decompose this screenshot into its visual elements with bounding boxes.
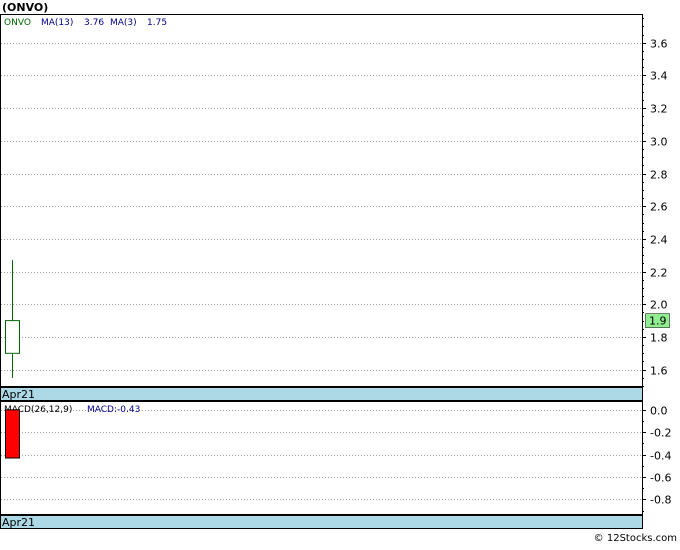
macd-panel — [0, 401, 643, 515]
macd-bar — [5, 409, 20, 459]
candle-body — [5, 320, 20, 354]
price-legend: ONVO MA(13) 3.76 MA(3) 1.75 — [4, 18, 167, 28]
price-y-tick-label: 3.4 — [650, 70, 668, 83]
last-price-marker: 1.9 — [645, 313, 670, 328]
macd-legend-item: MACD:-0.43 — [87, 405, 140, 415]
chart-title: (ONVO) — [2, 1, 48, 14]
price-legend-item: 3.76 — [84, 18, 104, 28]
macd-date-band — [0, 515, 643, 529]
macd-y-tick-label: -0.6 — [650, 472, 671, 485]
macd-y-axis: 0.0 -0.2 -0.4 -0.6 -0.8 — [642, 405, 671, 512]
macd-legend: MACD(26,12,9) MACD:-0.43 — [4, 405, 140, 415]
price-y-tick-label: 1.8 — [650, 332, 668, 345]
macd-x-tick-label: Apr21 — [2, 516, 35, 529]
price-y-axis: 1.6 1.8 2.0 2.2 2.4 2.6 2.8 3.0 3.2 3.4 3.6 — [642, 18, 668, 387]
macd-gridlines — [1, 410, 642, 500]
macd-y-tick-label: -0.4 — [650, 450, 671, 463]
price-y-tick-label: 2.6 — [650, 201, 668, 214]
macd-y-tick-label: -0.2 — [650, 427, 671, 440]
price-y-tick-label: 2.4 — [650, 234, 668, 247]
watermark: © 12Stocks.com — [594, 533, 677, 544]
price-legend-item: MA(3) — [110, 18, 137, 28]
stock-chart: (ONVO) 1.6 1.8 2.0 2.2 2.4 2.6 2.8 3.0 3.2 3.4 3.6… — [0, 1, 677, 544]
price-date-band — [0, 387, 643, 401]
price-legend-item: 1.75 — [147, 18, 167, 28]
price-y-tick-label: 1.6 — [650, 365, 668, 378]
price-y-tick-label: 2.2 — [650, 267, 668, 280]
price-legend-item: MA(13) — [41, 18, 73, 28]
price-y-tick-label: 2.0 — [650, 299, 668, 312]
price-panel — [0, 14, 643, 387]
price-y-tick-label: 2.8 — [650, 169, 668, 182]
macd-y-tick-label: 0.0 — [650, 405, 668, 418]
price-y-tick-label: 3.6 — [650, 38, 668, 51]
last-price-label: 1.9 — [649, 315, 667, 328]
price-gridlines — [1, 43, 642, 371]
chart-canvas: (ONVO) 1.6 1.8 2.0 2.2 2.4 2.6 2.8 3.0 3.2 3.4 3.6… — [0, 0, 680, 546]
price-y-tick-label: 3.2 — [650, 103, 668, 116]
price-y-tick-label: 3.0 — [650, 136, 668, 149]
candlestick-series — [5, 260, 20, 378]
price-x-tick-label: Apr21 — [2, 388, 35, 401]
macd-bar-series — [5, 409, 20, 459]
price-legend-item: ONVO — [4, 18, 31, 28]
macd-y-tick-label: -0.8 — [650, 494, 671, 507]
